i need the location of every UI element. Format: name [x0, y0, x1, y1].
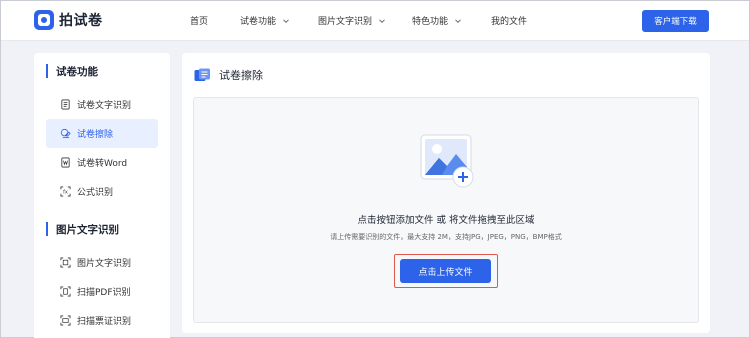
sidebar-section-title-exam: 试卷功能	[46, 63, 98, 79]
nav-exam-features[interactable]: 试卷功能	[240, 14, 290, 27]
nav-home[interactable]: 首页	[190, 14, 208, 27]
sidebar-item-label: 试卷文字识别	[77, 101, 132, 111]
chevron-down-icon	[455, 18, 461, 23]
sidebar-item-pdf-ocr[interactable]: 扫描PDF识别	[46, 277, 158, 306]
sidebar-item-label: 图片文字识别	[77, 259, 132, 269]
add-image-icon	[420, 134, 474, 188]
chevron-down-icon	[283, 18, 289, 23]
nav-home-label: 首页	[190, 17, 209, 27]
upload-button-highlight: 点击上传文件	[394, 254, 498, 288]
nav-my-files-label: 我的文件	[491, 17, 528, 27]
nav-special-features[interactable]: 特色功能	[412, 14, 462, 27]
sidebar-section-title-image-ocr: 图片文字识别	[46, 221, 119, 237]
page-title-text: 试卷擦除	[219, 69, 263, 82]
sidebar-item-exam-erase[interactable]: 试卷擦除	[46, 119, 158, 148]
sidebar-item-exam-to-word[interactable]: 试卷转Word	[46, 148, 158, 177]
sidebar-item-label: 扫描PDF识别	[77, 288, 131, 298]
sidebar-item-label: 试卷转Word	[77, 159, 128, 169]
client-download-button[interactable]: 客户端下载	[642, 10, 709, 32]
page-title: 试卷擦除	[194, 67, 263, 83]
exam-erase-icon	[194, 68, 210, 81]
sidebar-item-label: 公式识别	[77, 188, 114, 198]
upload-hint: 请上传需要识别的文件，最大支持 2M，支持JPG，JPEG，PNG，BMP格式	[330, 233, 562, 241]
formula-scan-icon: fx	[60, 186, 71, 197]
word-doc-icon	[61, 157, 70, 168]
sidebar: 试卷功能 试卷文字识别 试卷擦除 试卷转Word fx 公式识别 图片文字识别	[34, 53, 170, 338]
brand-name: 拍试卷	[59, 13, 103, 29]
eraser-icon	[60, 128, 71, 139]
upload-dropzone[interactable]: 点击按钮添加文件 或 将文件拖拽至此区域 请上传需要识别的文件，最大支持 2M，…	[193, 97, 699, 323]
sidebar-item-image-ocr[interactable]: 图片文字识别	[46, 248, 158, 277]
chevron-down-icon	[379, 18, 385, 23]
sidebar-item-label: 扫描票证识别	[77, 317, 132, 327]
sidebar-item-exam-ocr[interactable]: 试卷文字识别	[46, 90, 158, 119]
upload-instruction: 点击按钮添加文件 或 将文件拖拽至此区域	[357, 215, 535, 226]
pdf-scan-icon	[60, 286, 71, 297]
top-navbar: 拍试卷 首页 试卷功能 图片文字识别 特色功能 我的文件 客户端下载	[1, 1, 749, 41]
svg-text:fx: fx	[63, 189, 68, 195]
image-text-icon	[60, 257, 71, 268]
sidebar-item-formula-ocr[interactable]: fx 公式识别	[46, 177, 158, 206]
upload-file-button[interactable]: 点击上传文件	[400, 259, 491, 283]
nav-special-features-label: 特色功能	[412, 17, 449, 27]
nav-my-files[interactable]: 我的文件	[491, 14, 527, 27]
doc-scan-icon	[61, 99, 70, 110]
sidebar-item-ticket-ocr[interactable]: 扫描票证识别	[46, 306, 158, 335]
nav-image-ocr-label: 图片文字识别	[318, 17, 373, 27]
logo-icon	[34, 10, 54, 30]
main-panel: 试卷擦除 点击按钮添加文件 或 将文件拖拽至此区域 请上传需要识别的文件，最大支…	[182, 53, 710, 333]
sidebar-item-label: 试卷擦除	[77, 130, 114, 140]
ticket-scan-icon	[60, 315, 71, 326]
brand-logo[interactable]: 拍试卷	[34, 10, 103, 30]
nav-exam-features-label: 试卷功能	[240, 17, 277, 27]
nav-image-ocr[interactable]: 图片文字识别	[318, 14, 386, 27]
